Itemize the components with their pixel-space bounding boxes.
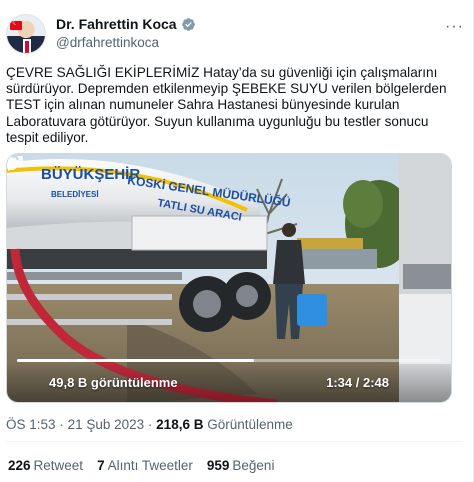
meta-separator: · — [59, 417, 64, 432]
tweet-views-count: 218,6 B — [156, 417, 204, 432]
video-progress-fill — [17, 359, 255, 362]
video-time-label: 1:34 / 2:48 — [326, 375, 389, 390]
tweet-time[interactable]: ÖS 1:53 — [6, 417, 56, 432]
truck-text-2: BELEDİYESİ — [51, 190, 99, 199]
tweet-views-label: Görüntülenme — [207, 417, 293, 432]
flag-icon — [10, 18, 22, 30]
meta-separator: · — [147, 417, 153, 432]
divider — [6, 441, 462, 442]
video-views-label: 49,8 B görüntülenme — [49, 375, 178, 390]
more-options-icon[interactable]: ··· — [445, 18, 464, 36]
video-progress-bar[interactable] — [17, 359, 441, 362]
video-player[interactable]: BÜYÜKŞEHİR BELEDİYESİ KOSKİ GENEL MÜDÜRL… — [6, 153, 452, 403]
tweet-text: ÇEVRE SAĞLIĞI EKİPLERİMİZ Hatay’da su gü… — [6, 65, 447, 145]
quote-tweet-stat[interactable]: 7 Alıntı Tweetler — [97, 458, 193, 473]
author-handle[interactable]: @drfahrettinkoca — [56, 35, 159, 50]
verified-badge-icon — [181, 17, 195, 31]
tweet-card: Dr. Fahrettin Koca @drfahrettinkoca ··· … — [0, 0, 474, 482]
tweet-meta: ÖS 1:53 · 21 Şub 2023 · 218,6 B Görüntül… — [6, 417, 293, 432]
like-stat[interactable]: 959 Beğeni — [207, 458, 275, 473]
avatar[interactable] — [6, 14, 46, 54]
author-name-row: Dr. Fahrettin Koca — [56, 16, 196, 32]
retweet-stat[interactable]: 226 Retweet — [8, 458, 83, 473]
water-sample-box — [297, 294, 327, 326]
fullscreen-icon[interactable] — [7, 154, 25, 172]
tweet-header: Dr. Fahrettin Koca @drfahrettinkoca ··· — [6, 14, 466, 54]
tweet-stats: 226 Retweet 7 Alıntı Tweetler 959 Beğeni — [8, 458, 274, 473]
tweet-date[interactable]: 21 Şub 2023 — [68, 417, 145, 432]
author-display-name[interactable]: Dr. Fahrettin Koca — [56, 16, 177, 32]
truck-text-1: BÜYÜKŞEHİR — [41, 166, 140, 183]
